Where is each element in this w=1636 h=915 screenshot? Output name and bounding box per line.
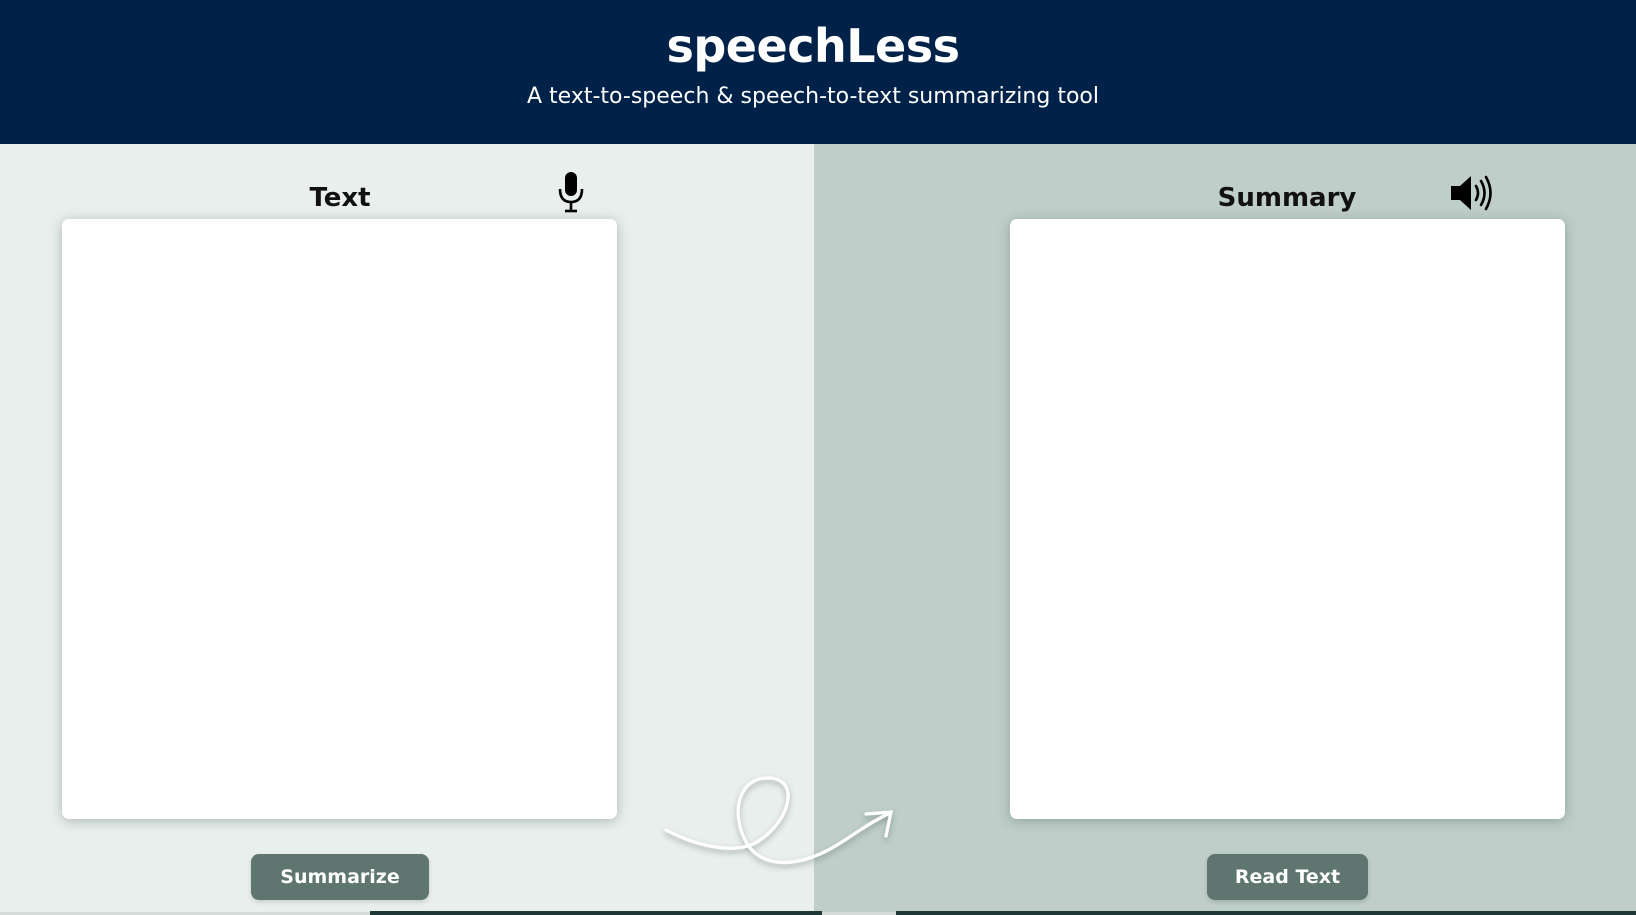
read-text-button[interactable]: Read Text (1207, 854, 1368, 900)
summary-heading: Summary (1217, 183, 1357, 213)
speaker-icon[interactable] (1449, 173, 1495, 213)
input-text-area[interactable] (62, 219, 617, 819)
summarize-button[interactable]: Summarize (251, 854, 429, 900)
bottom-accent-line (896, 911, 1636, 915)
summary-text-area[interactable] (1010, 219, 1565, 819)
bottom-accent-line (370, 911, 822, 915)
app-header: speechLess A text-to-speech & speech-to-… (0, 0, 1636, 144)
microphone-icon-graphic (558, 172, 584, 213)
app-subtitle: A text-to-speech & speech-to-text summar… (527, 84, 1099, 109)
text-heading: Text (309, 183, 371, 213)
app-title: speechLess (666, 19, 961, 73)
speaker-icon-graphic (1451, 175, 1492, 211)
microphone-icon[interactable] (556, 171, 586, 213)
